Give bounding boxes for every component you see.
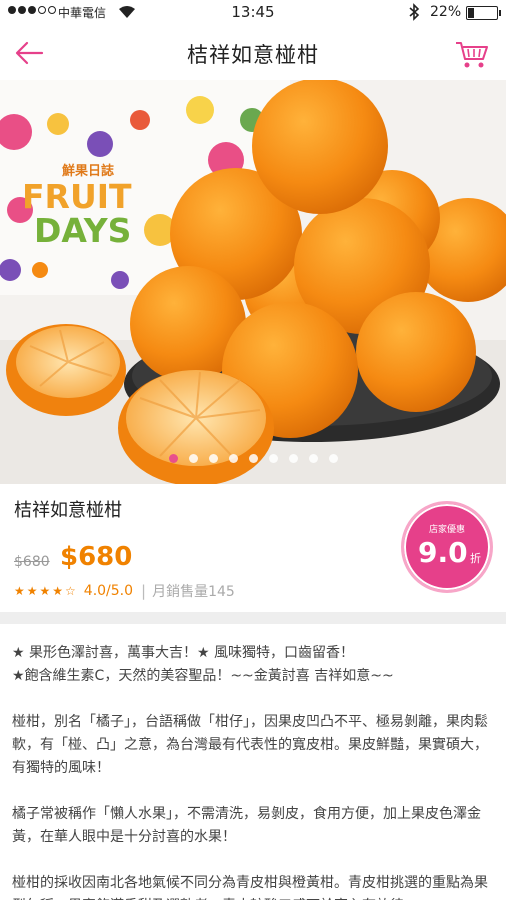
nav-bar: 桔祥如意椪柑 xyxy=(0,26,506,80)
divider: | xyxy=(141,582,147,600)
page-title: 桔祥如意椪柑 xyxy=(187,43,319,67)
description-paragraph: 橘子常被稱作「懶人水果」，不需清洗，易剝皮，食用方便，加上果皮色澤金黃，在華人眼… xyxy=(12,806,481,845)
rating-value: 4.0/5.0 xyxy=(83,583,134,599)
rating-row: ★★★★☆ 4.0/5.0 | 月銷售量145 xyxy=(14,581,235,601)
monthly-sales: 月銷售量145 xyxy=(152,584,235,600)
carousel-pager[interactable] xyxy=(0,454,506,463)
battery-percent: 22% xyxy=(430,4,462,20)
discount-label: 店家優惠 xyxy=(428,525,465,535)
carousel-dot[interactable] xyxy=(308,454,318,463)
carousel-dot[interactable] xyxy=(228,454,238,463)
cart-button[interactable] xyxy=(454,38,490,70)
bluetooth-icon xyxy=(408,3,420,25)
carousel-dot[interactable] xyxy=(208,454,218,463)
original-price: $680 xyxy=(14,554,50,570)
carousel-dot[interactable] xyxy=(248,454,258,463)
discount-badge: 店家優惠 9.0 折 xyxy=(401,501,493,593)
product-name: 桔祥如意椪柑 xyxy=(14,500,122,521)
description-paragraph: ★ 果形色澤討喜，萬事大吉！★ 風味獨特，口齒留香！ ★飽含維生素C，天然的美容… xyxy=(12,645,394,684)
carousel-dot[interactable] xyxy=(328,454,338,463)
discount-value: 9.0 xyxy=(418,536,468,569)
carousel-dot[interactable] xyxy=(288,454,298,463)
box-brand-days: DAYS xyxy=(34,211,131,250)
carousel-dot[interactable] xyxy=(268,454,278,463)
section-divider xyxy=(0,612,506,624)
description-paragraph: 椪柑的採收因南北各地氣候不同分為青皮柑與橙黃柑。青皮柑挑選的重點為果型勻稱，果實… xyxy=(12,875,488,900)
description-paragraph: 椪柑，別名「橘子」，台語稱做「柑仔」，因果皮凹凸不平、極易剝離，果肉鬆軟，有「椪… xyxy=(12,714,488,776)
cart-icon xyxy=(456,42,488,68)
carousel-dot[interactable] xyxy=(168,454,178,463)
product-description: ★ 果形色澤討喜，萬事大吉！★ 風味獨特，口齒留香！ ★飽含維生素C，天然的美容… xyxy=(12,642,498,900)
product-photo: 鮮果日誌 FRUIT DAYS xyxy=(0,80,506,484)
star-rating-icon: ★★★★☆ xyxy=(14,584,78,598)
product-image-carousel[interactable]: 鮮果日誌 FRUIT DAYS xyxy=(0,80,506,484)
carousel-dot[interactable] xyxy=(188,454,198,463)
discount-unit: 折 xyxy=(470,552,481,565)
sale-price: $680 xyxy=(60,542,133,572)
battery-icon xyxy=(466,6,501,20)
status-bar: 中華電信 13:45 22% xyxy=(0,0,506,26)
